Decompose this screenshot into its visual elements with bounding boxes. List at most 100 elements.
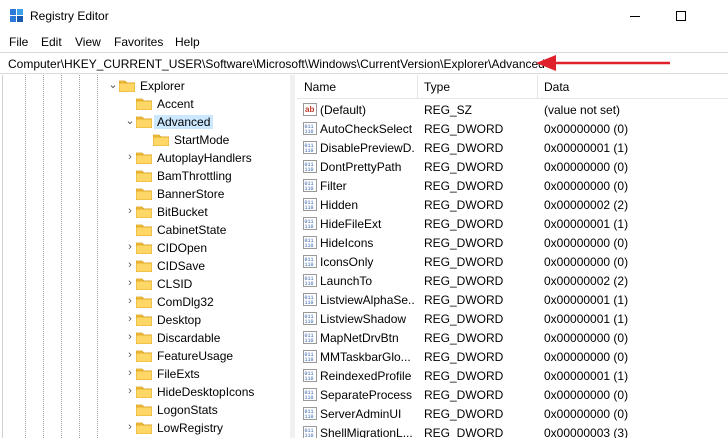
chevron-right-icon[interactable]: ›	[124, 204, 136, 218]
reg-sz-icon: ab	[303, 103, 317, 116]
value-name: AutoCheckSelect	[320, 122, 413, 136]
value-data: 0x00000000 (0)	[544, 236, 629, 250]
tree-item-advanced[interactable]: ⌄ Advanced	[3, 113, 291, 131]
value-data: 0x00000002 (2)	[544, 274, 629, 288]
maximize-button[interactable]	[658, 0, 704, 32]
value-row[interactable]: 011 110 Filter REG_DWORD 0x00000000 (0)	[297, 176, 728, 195]
tree-item-bamthrottling[interactable]: BamThrottling	[3, 167, 291, 185]
value-row[interactable]: 011 110 AutoCheckSelect REG_DWORD 0x00000000…	[297, 119, 728, 138]
chevron-right-icon[interactable]: ›	[124, 384, 136, 398]
value-row[interactable]: 011 110 Hidden REG_DWORD 0x00000002 (2)	[297, 195, 728, 214]
value-data: 0x00000000 (0)	[544, 255, 629, 269]
value-row[interactable]: 011 110 DontPrettyPath REG_DWORD 0x00000000 …	[297, 157, 728, 176]
column-divider[interactable]	[537, 75, 538, 99]
value-type: REG_DWORD	[424, 274, 504, 288]
tree-scrollbar[interactable]	[290, 75, 295, 438]
chevron-right-icon[interactable]: ›	[124, 420, 136, 434]
tree-item-label: Advanced	[154, 115, 214, 129]
value-row[interactable]: 011 110 HideFileExt REG_DWORD 0x00000001 (1)	[297, 214, 728, 233]
tree-item-autoplayhandlers[interactable]: › AutoplayHandlers	[3, 149, 291, 167]
value-name: (Default)	[320, 103, 367, 117]
value-data: 0x00000003 (3)	[544, 426, 629, 438]
chevron-right-icon[interactable]: ›	[124, 330, 136, 344]
chevron-right-icon[interactable]: ›	[124, 240, 136, 254]
folder-icon	[135, 349, 153, 363]
menu-view[interactable]: View	[75, 35, 101, 49]
chevron-right-icon[interactable]: ›	[124, 150, 136, 164]
column-divider[interactable]	[417, 75, 418, 99]
chevron-down-icon[interactable]: ⌄	[124, 114, 136, 128]
tree-item-discardable[interactable]: › Discardable	[3, 329, 291, 347]
tree-item-hidedesktopicons[interactable]: › HideDesktopIcons	[3, 383, 291, 401]
value-row[interactable]: 011 110 ServerAdminUI REG_DWORD 0x00000000 (…	[297, 404, 728, 423]
tree-item-explorer[interactable]: ⌄ Explorer	[3, 77, 291, 95]
value-row[interactable]: 011 110 MapNetDrvBtn REG_DWORD 0x00000000 (0…	[297, 328, 728, 347]
value-data: 0x00000000 (0)	[544, 331, 629, 345]
svg-text:110: 110	[305, 281, 314, 287]
value-row[interactable]: 011 110 ShellMigrationL... REG_DWORD 0x00000…	[297, 423, 728, 438]
menu-file[interactable]: File	[9, 35, 28, 49]
column-name[interactable]: Name	[304, 80, 336, 94]
svg-text:110: 110	[305, 205, 314, 211]
tree-item-comdlg32[interactable]: › ComDlg32	[3, 293, 291, 311]
tree-item-cabinetstate[interactable]: CabinetState	[3, 221, 291, 239]
folder-icon	[135, 385, 153, 399]
reg-dword-icon: 011 110	[303, 160, 317, 173]
folder-icon	[135, 313, 153, 327]
value-row[interactable]: 011 110 ListviewShadow REG_DWORD 0x00000001 …	[297, 309, 728, 328]
reg-dword-icon: 011 110	[303, 179, 317, 192]
column-data[interactable]: Data	[544, 80, 569, 94]
chevron-right-icon[interactable]: ›	[124, 348, 136, 362]
tree-item-bannerstore[interactable]: BannerStore	[3, 185, 291, 203]
value-row[interactable]: 011 110 IconsOnly REG_DWORD 0x00000000 (0)	[297, 252, 728, 271]
menu-edit[interactable]: Edit	[41, 35, 62, 49]
reg-dword-icon: 011 110	[303, 274, 317, 287]
tree-item-bitbucket[interactable]: › BitBucket	[3, 203, 291, 221]
value-name: ShellMigrationL...	[320, 426, 413, 438]
menu-help[interactable]: Help	[175, 35, 200, 49]
values-list[interactable]: Name Type Data ab (Default) REG_SZ (value n…	[297, 75, 728, 438]
tree-item-cidopen[interactable]: › CIDOpen	[3, 239, 291, 257]
menu-favorites[interactable]: Favorites	[114, 35, 163, 49]
chevron-right-icon[interactable]: ›	[124, 366, 136, 380]
tree-item-label: BamThrottling	[157, 169, 232, 183]
minimize-button[interactable]	[612, 0, 658, 32]
column-type[interactable]: Type	[424, 80, 450, 94]
chevron-right-icon[interactable]: ›	[124, 294, 136, 308]
tree-item-startmode[interactable]: StartMode	[3, 131, 291, 149]
maximize-icon	[676, 11, 686, 21]
value-row[interactable]: 011 110 HideIcons REG_DWORD 0x00000000 (0)	[297, 233, 728, 252]
svg-text:110: 110	[305, 376, 314, 382]
title-bar: Registry Editor	[0, 0, 728, 32]
chevron-right-icon[interactable]: ›	[124, 258, 136, 272]
tree-item-label: ComDlg32	[157, 295, 214, 309]
value-row[interactable]: ab (Default) REG_SZ (value not set)	[297, 100, 728, 119]
value-row[interactable]: 011 110 MMTaskbarGlo... REG_DWORD 0x00000000…	[297, 347, 728, 366]
reg-dword-icon: 011 110	[303, 236, 317, 249]
chevron-right-icon[interactable]: ›	[124, 312, 136, 326]
reg-dword-icon: 011 110	[303, 122, 317, 135]
tree-item-cidsave[interactable]: › CIDSave	[3, 257, 291, 275]
value-name: ListviewShadow	[320, 312, 407, 326]
tree-item-lowregistry[interactable]: › LowRegistry	[3, 419, 291, 437]
value-type: REG_DWORD	[424, 179, 504, 193]
tree-item-featureusage[interactable]: › FeatureUsage	[3, 347, 291, 365]
folder-icon	[135, 277, 153, 291]
value-data: (value not set)	[544, 103, 621, 117]
value-row[interactable]: 011 110 ReindexedProfile REG_DWORD 0x0000000…	[297, 366, 728, 385]
tree-item-desktop[interactable]: › Desktop	[3, 311, 291, 329]
tree-item-label: FileExts	[157, 367, 200, 381]
value-data: 0x00000001 (1)	[544, 217, 629, 231]
value-row[interactable]: 011 110 ListviewAlphaSe... REG_DWORD 0x00000…	[297, 290, 728, 309]
value-row[interactable]: 011 110 SeparateProcess REG_DWORD 0x00000000…	[297, 385, 728, 404]
tree-item-fileexts[interactable]: › FileExts	[3, 365, 291, 383]
tree-item-label: CIDSave	[157, 259, 206, 273]
tree-item-logonstats[interactable]: LogonStats	[3, 401, 291, 419]
value-row[interactable]: 011 110 DisablePreviewD... REG_DWORD 0x00000…	[297, 138, 728, 157]
tree-item-clsid[interactable]: › CLSID	[3, 275, 291, 293]
tree-item-accent[interactable]: Accent	[3, 95, 291, 113]
value-row[interactable]: 011 110 LaunchTo REG_DWORD 0x00000002 (2)	[297, 271, 728, 290]
key-tree[interactable]: ⌄ Explorer Accent ⌄ Advanced StartMode › Autopl…	[2, 75, 293, 438]
chevron-down-icon[interactable]: ⌄	[107, 78, 119, 92]
chevron-right-icon[interactable]: ›	[124, 276, 136, 290]
